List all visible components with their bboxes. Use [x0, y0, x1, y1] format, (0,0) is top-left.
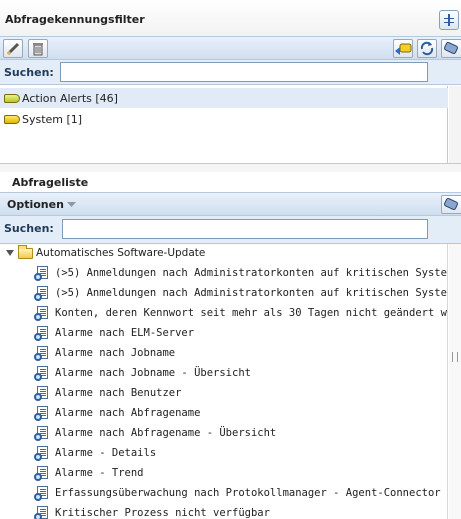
tag-icon — [4, 115, 20, 124]
query-search-input[interactable] — [62, 219, 428, 239]
collapse-panel-button[interactable] — [439, 10, 459, 30]
tag-menu-button[interactable] — [441, 39, 461, 58]
query-search-bar: Suchen: — [0, 216, 461, 244]
edit-button[interactable] — [3, 39, 23, 58]
query-label: Alarme nach Abfragename - Übersicht — [55, 427, 277, 439]
query-label: Erfassungsüberwachung nach Protokollmana… — [55, 487, 448, 499]
refresh-button[interactable] — [417, 39, 437, 58]
folder-icon — [18, 245, 33, 259]
query-list-item[interactable]: (>5) Anmeldungen nach Administratorkonte… — [0, 264, 448, 284]
filter-search-input[interactable] — [60, 62, 428, 82]
query-list-item[interactable]: Alarme nach Abfragename - Übersicht — [0, 424, 447, 444]
query-scrollbar[interactable] — [449, 244, 461, 519]
tag-icon — [4, 94, 20, 103]
filter-search-bar: Suchen: — [0, 60, 461, 85]
query-tree: Automatisches Software-Update (>5) Anmel… — [0, 244, 448, 519]
query-report-icon — [34, 406, 49, 422]
query-list-item[interactable]: Erfassungsüberwachung nach Protokollmana… — [0, 484, 448, 504]
query-label: (>5) Anmeldungen nach Administratorkonte… — [55, 267, 448, 279]
options-menu[interactable]: Optionen — [7, 198, 64, 211]
query-report-icon — [34, 446, 49, 462]
query-list-item[interactable]: Alarme - Trend — [0, 464, 447, 484]
query-list-item[interactable]: Alarme nach Benutzer — [0, 384, 447, 404]
query-report-icon — [34, 266, 49, 282]
filter-panel-title: Abfragekennungsfilter — [5, 13, 145, 26]
query-list-item[interactable]: (>5) Anmeldungen nach Administratorkonte… — [0, 284, 448, 304]
query-report-icon — [34, 286, 49, 302]
query-list-item[interactable]: Alarme nach Jobname — [0, 344, 447, 364]
scroll-grip-icon — [452, 352, 458, 362]
delete-button[interactable] — [28, 39, 48, 58]
trash-icon — [33, 43, 43, 56]
tree-folder-row[interactable]: Automatisches Software-Update — [0, 244, 447, 264]
query-report-icon — [34, 346, 49, 362]
query-label: (>5) Anmeldungen nach Administratorkonte… — [55, 287, 448, 299]
query-panel-header: Abfrageliste — [0, 172, 461, 192]
query-toolbar: Optionen — [0, 192, 461, 216]
query-label: Alarme - Trend — [55, 467, 144, 479]
filter-item-label: Action Alerts [46] — [22, 92, 118, 105]
pencil-icon — [6, 42, 20, 56]
query-report-icon — [34, 506, 49, 519]
chevron-down-icon[interactable] — [67, 202, 76, 208]
query-report-icon — [34, 486, 49, 502]
query-panel-title: Abfrageliste — [12, 176, 89, 189]
query-label: Alarme - Details — [55, 447, 157, 459]
query-list-item[interactable]: Alarme - Details — [0, 444, 447, 464]
query-label: Alarme nach Benutzer — [55, 387, 182, 399]
tag-icon — [444, 41, 458, 55]
filter-item-action-alerts[interactable]: Action Alerts [46] — [0, 88, 448, 108]
query-report-icon — [34, 466, 49, 482]
expand-arrow-icon[interactable] — [6, 250, 14, 256]
query-label: Alarme nach Jobname - Übersicht — [55, 367, 251, 379]
filter-item-system[interactable]: System [1] — [0, 109, 448, 129]
filter-item-label: System [1] — [22, 113, 83, 126]
query-list-item[interactable]: Konten, deren Kennwort seit mehr als 30 … — [0, 304, 448, 324]
filter-search-label: Suchen: — [4, 66, 54, 79]
query-tag-button[interactable] — [441, 195, 461, 214]
import-tag-button[interactable] — [393, 39, 413, 58]
query-report-icon — [34, 426, 49, 442]
query-label: Konten, deren Kennwort seit mehr als 30 … — [55, 307, 448, 319]
folder-label: Automatisches Software-Update — [36, 247, 206, 259]
query-list-item[interactable]: Kritischer Prozess nicht verfügbar — [0, 504, 447, 519]
filter-list: Action Alerts [46] System [1] — [0, 86, 448, 163]
filter-scrollbar[interactable] — [449, 86, 461, 163]
query-label: Alarme nach Jobname — [55, 347, 176, 359]
query-list-item[interactable]: Alarme nach Abfragename — [0, 404, 447, 424]
filter-panel-header: Abfragekennungsfilter — [0, 0, 461, 36]
query-list-item[interactable]: Alarme nach Jobname - Übersicht — [0, 364, 447, 384]
tag-arrow-icon — [395, 43, 412, 55]
panel-divider[interactable] — [0, 163, 461, 172]
query-search-label: Suchen: — [4, 222, 54, 235]
query-report-icon — [34, 366, 49, 382]
query-label: Kritischer Prozess nicht verfügbar — [55, 507, 270, 519]
refresh-icon — [420, 41, 434, 56]
query-label: Alarme nach Abfragename — [55, 407, 201, 419]
query-label: Alarme nach ELM-Server — [55, 327, 195, 339]
query-report-icon — [34, 326, 49, 342]
query-report-icon — [34, 306, 49, 322]
query-report-icon — [34, 386, 49, 402]
filter-toolbar — [0, 36, 461, 60]
tag-icon — [444, 197, 458, 211]
query-list-item[interactable]: Alarme nach ELM-Server — [0, 324, 447, 344]
